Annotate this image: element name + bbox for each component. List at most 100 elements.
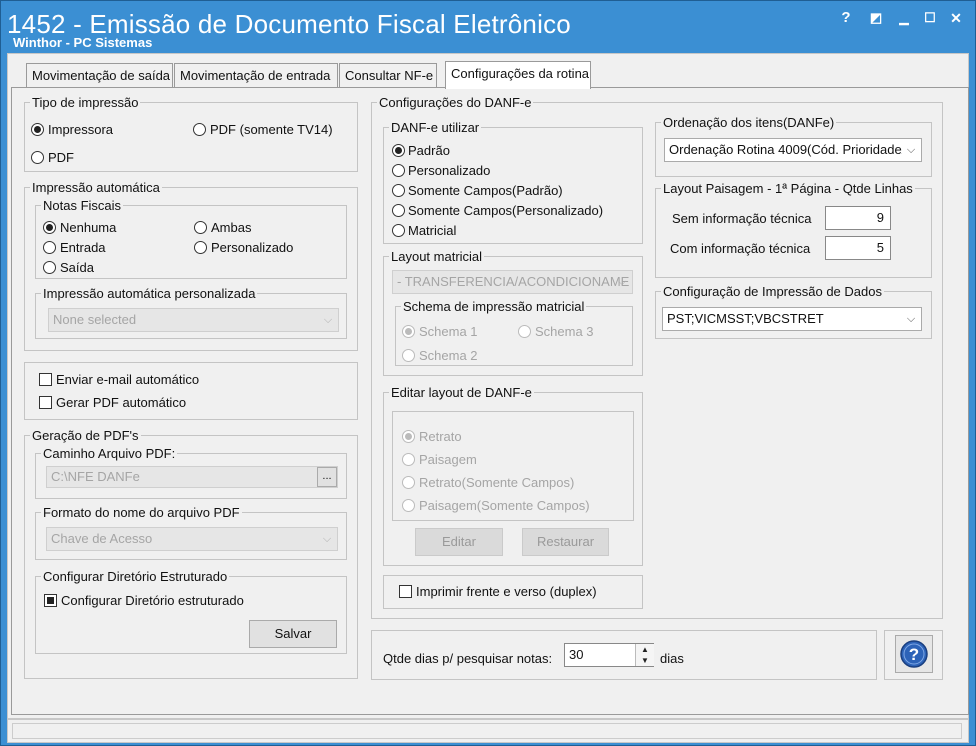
caminho-title: Caminho Arquivo PDF: <box>41 446 178 461</box>
ordenacao-group: Ordenação dos itens(DANFe) Ordenação Rot… <box>655 115 932 177</box>
restaurar-button[interactable]: Restaurar <box>522 528 609 556</box>
nenhuma-radio[interactable] <box>43 221 56 234</box>
diretorio-checkbox[interactable] <box>44 594 57 607</box>
paisagem-label: Paisagem <box>419 452 477 467</box>
config-dados-title: Configuração de Impressão de Dados <box>661 284 884 299</box>
schema1-label: Schema 1 <box>419 324 478 339</box>
somente-campos-personalizado-radio[interactable] <box>392 204 405 217</box>
qtde-dias-value: 30 <box>569 647 584 662</box>
help-button[interactable]: ? <box>895 635 933 673</box>
minimize-button[interactable]: ▁ <box>895 9 913 27</box>
personalizada-select[interactable]: None selected ⌵ <box>48 308 339 332</box>
pdf-tv14-label: PDF (somente TV14) <box>210 122 333 137</box>
chevron-down-icon: ⌵ <box>322 533 332 545</box>
maximize-button[interactable]: ☐ <box>921 9 939 27</box>
diretorio-label: Configurar Diretório estruturado <box>61 593 244 608</box>
tipo-impressao-group: Tipo de impressão Impressora PDF (soment… <box>24 95 358 172</box>
somente-campos-padrao-label: Somente Campos(Padrão) <box>408 183 563 198</box>
schema1-radio[interactable] <box>402 325 415 338</box>
personalizado-danfe-radio[interactable] <box>392 164 405 177</box>
geracao-pdf-group: Geração de PDF's Caminho Arquivo PDF: C:… <box>24 428 358 679</box>
personalizado-danfe-label: Personalizado <box>408 163 491 178</box>
editar-button[interactable]: Editar <box>415 528 503 556</box>
ambas-radio[interactable] <box>194 221 207 234</box>
help-title-button[interactable]: ? <box>837 9 855 27</box>
pdf-tv14-radio[interactable] <box>193 123 206 136</box>
salvar-button[interactable]: Salvar <box>249 620 337 648</box>
ordenacao-select[interactable]: Ordenação Rotina 4009(Cód. Prioridade/ ⌵ <box>664 138 922 162</box>
retrato-campos-radio[interactable] <box>402 476 415 489</box>
ordenacao-title: Ordenação dos itens(DANFe) <box>661 115 837 130</box>
pdf-label: PDF <box>48 150 74 165</box>
config-dados-value: PST;VICMSST;VBCSTRET <box>667 311 824 326</box>
personalizado-radio[interactable] <box>194 241 207 254</box>
layout-paisagem-group: Layout Paisagem - 1ª Página - Qtde Linha… <box>655 181 932 278</box>
matricial-radio[interactable] <box>392 224 405 237</box>
sem-info-input[interactable]: 9 <box>825 206 891 230</box>
retrato-campos-label: Retrato(Somente Campos) <box>419 475 575 490</box>
enviar-email-checkbox[interactable] <box>39 373 52 386</box>
formato-group: Formato do nome do arquivo PDF Chave de … <box>35 505 347 560</box>
schema2-label: Schema 2 <box>419 348 478 363</box>
personalizada-title: Impressão automática personalizada <box>41 286 258 301</box>
tab-consultar-nfe[interactable]: Consultar NF-e <box>339 63 437 87</box>
tab-movimentacao-saida[interactable]: Movimentação de saída <box>26 63 173 87</box>
danfe-utilizar-group: DANF-e utilizar Padrão Personalizado Som… <box>383 120 643 244</box>
tipo-impressao-title: Tipo de impressão <box>30 95 141 110</box>
nenhuma-label: Nenhuma <box>60 220 117 235</box>
svg-text:?: ? <box>909 645 919 664</box>
restore-icon[interactable]: ◩ <box>867 9 885 27</box>
saida-radio[interactable] <box>43 261 56 274</box>
schema2-radio[interactable] <box>402 349 415 362</box>
notas-fiscais-title: Notas Fiscais <box>41 198 124 213</box>
saida-label: Saída <box>60 260 94 275</box>
paisagem-campos-radio[interactable] <box>402 499 415 512</box>
formato-select[interactable]: Chave de Acesso ⌵ <box>46 527 338 551</box>
impressora-label: Impressora <box>48 122 114 137</box>
qtde-dias-unit: dias <box>660 651 684 666</box>
browse-button[interactable]: ... <box>317 467 337 487</box>
layout-matricial-select[interactable]: - TRANSFERENCIA/ACONDICIONAME ⌵ <box>392 270 633 294</box>
qtde-dias-spinner[interactable]: ▲ ▼ <box>635 644 654 666</box>
pdf-radio[interactable] <box>31 151 44 164</box>
tab-movimentacao-entrada[interactable]: Movimentação de entrada <box>174 63 338 87</box>
config-dados-group: Configuração de Impressão de Dados PST;V… <box>655 284 932 339</box>
com-info-input[interactable]: 5 <box>825 236 891 260</box>
chevron-down-icon: ⌵ <box>902 139 917 161</box>
danfe-config-group: Configurações do DANF-e DANF-e utilizar … <box>371 95 943 619</box>
entrada-label: Entrada <box>60 240 106 255</box>
editar-layout-title: Editar layout de DANF-e <box>389 385 534 400</box>
ordenacao-value: Ordenação Rotina 4009(Cód. Prioridade/ <box>669 142 906 157</box>
qtde-dias-group: Qtde dias p/ pesquisar notas: 30 ▲ ▼ dias <box>371 630 877 680</box>
config-dados-select[interactable]: PST;VICMSST;VBCSTRET ⌵ <box>662 307 922 331</box>
window-subtitle: Winthor - PC Sistemas <box>13 35 153 50</box>
duplex-checkbox[interactable] <box>399 585 412 598</box>
padrao-radio[interactable] <box>392 144 405 157</box>
gerar-pdf-checkbox[interactable] <box>39 396 52 409</box>
help-icon: ? <box>900 640 928 668</box>
caminho-input[interactable]: C:\NFE DANFe <box>46 466 338 488</box>
application-window: 1452 - Emissão de Documento Fiscal Eletr… <box>0 0 976 746</box>
schema-title: Schema de impressão matricial <box>401 299 587 314</box>
personalizada-value: None selected <box>53 312 137 327</box>
schema-group: Schema de impressão matricial Schema 1 S… <box>395 299 633 366</box>
layout-matricial-group: Layout matricial - TRANSFERENCIA/ACONDIC… <box>383 249 643 376</box>
somente-campos-padrao-radio[interactable] <box>392 184 405 197</box>
tab-configuracoes-rotina[interactable]: Configurações da rotina <box>445 61 591 89</box>
entrada-radio[interactable] <box>43 241 56 254</box>
danfe-config-title: Configurações do DANF-e <box>377 95 534 110</box>
impressora-radio[interactable] <box>31 123 44 136</box>
gerar-pdf-label: Gerar PDF automático <box>56 395 187 410</box>
close-button[interactable]: ✕ <box>947 9 965 27</box>
formato-title: Formato do nome do arquivo PDF <box>41 505 242 520</box>
schema3-radio[interactable] <box>518 325 531 338</box>
paisagem-radio[interactable] <box>402 453 415 466</box>
retrato-label: Retrato <box>419 429 462 444</box>
enviar-email-label: Enviar e-mail automático <box>56 372 200 387</box>
orientacao-group: Retrato Paisagem Retrato(Somente Campos)… <box>392 411 634 521</box>
diretorio-group: Configurar Diretório Estruturado Configu… <box>35 569 347 654</box>
retrato-radio[interactable] <box>402 430 415 443</box>
impressao-automatica-group: Impressão automática Notas Fiscais Nenhu… <box>24 180 358 351</box>
caminho-group: Caminho Arquivo PDF: C:\NFE DANFe ... <box>35 446 347 499</box>
tab-panel: Tipo de impressão Impressora PDF (soment… <box>11 87 969 715</box>
